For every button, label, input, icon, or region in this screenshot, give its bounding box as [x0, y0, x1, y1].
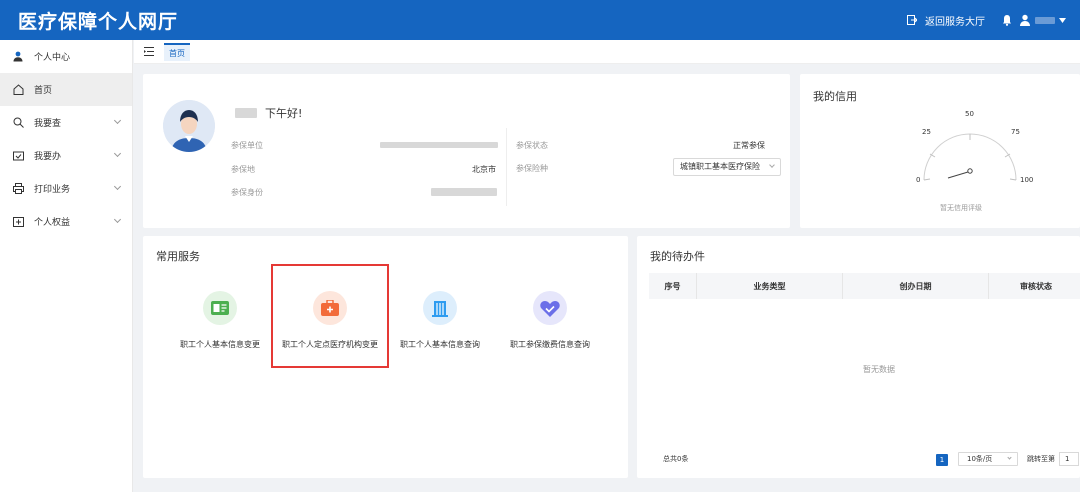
- sidebar-item-label: 我要查: [34, 119, 62, 129]
- chevron-down-icon: [113, 182, 122, 191]
- credit-gauge: [923, 133, 1017, 181]
- sidebar-item-query[interactable]: 我要查: [0, 106, 132, 139]
- service-label: 职工个人基本信息变更: [180, 340, 260, 349]
- user-icon[interactable]: [1019, 14, 1031, 26]
- tab-home[interactable]: 首页: [164, 43, 190, 61]
- todo-title: 我的待办件: [650, 250, 705, 263]
- page-size-value: 10条/页: [967, 455, 993, 463]
- gauge-tick-50: 50: [965, 110, 974, 118]
- gauge-tick-75: 75: [1011, 128, 1020, 136]
- todo-table-header: 序号 业务类型 创办日期 审核状态: [649, 273, 1080, 299]
- unit-label: 参保单位: [231, 141, 263, 150]
- services-card: 常用服务 职工个人基本信息变更 职工个人定点医疗机构变更 职工个人基本信息查询 …: [143, 236, 628, 478]
- insurance-type-select[interactable]: 城镇职工基本医疗保险: [673, 158, 781, 176]
- username-blurred: [1035, 16, 1055, 24]
- page-number-button[interactable]: 1: [936, 454, 948, 466]
- medical-kit-icon: [313, 291, 347, 325]
- todo-total: 总共0条: [663, 455, 689, 463]
- credit-empty-text: 暂无信用评级: [940, 204, 982, 212]
- gauge-tick-0: 0: [916, 176, 921, 184]
- service-label: 职工参保缴费信息查询: [510, 340, 590, 349]
- header-actions: 返回服务大厅: [907, 0, 1066, 40]
- tab-bar: 首页: [134, 40, 1080, 64]
- home-icon: [12, 84, 24, 96]
- service-label: 职工个人定点医疗机构变更: [282, 340, 378, 349]
- building-icon: [423, 291, 457, 325]
- greeting: 下午好!: [235, 105, 302, 121]
- menu-fold-icon[interactable]: [144, 47, 154, 56]
- exit-icon: [907, 15, 917, 25]
- printer-icon: [12, 183, 24, 195]
- todo-empty-text: 暂无数据: [863, 365, 895, 374]
- id-card-icon: [203, 291, 237, 325]
- divider: [506, 128, 507, 206]
- service-item[interactable]: 职工个人定点医疗机构变更: [275, 291, 385, 350]
- sidebar-item-label: 个人中心: [34, 53, 71, 63]
- return-hall-label: 返回服务大厅: [925, 16, 985, 28]
- chevron-down-icon: [769, 162, 775, 168]
- service-item[interactable]: 职工个人基本信息变更: [165, 291, 275, 350]
- sidebar-item-label: 打印业务: [34, 185, 71, 195]
- services-title: 常用服务: [156, 250, 200, 263]
- sidebar-item-home[interactable]: 首页: [0, 73, 132, 106]
- insurance-type-value: 城镇职工基本医疗保险: [680, 162, 760, 171]
- column-header: 序号: [649, 273, 697, 299]
- chevron-down-icon: [113, 215, 122, 224]
- gauge-tick-25: 25: [922, 128, 931, 136]
- credit-title: 我的信用: [813, 90, 857, 103]
- chevron-down-icon: [1007, 455, 1012, 460]
- rights-icon: [12, 216, 24, 228]
- service-item[interactable]: 职工参保缴费信息查询: [495, 291, 605, 350]
- place-label: 参保地: [231, 165, 255, 174]
- identity-value-blurred: [431, 188, 497, 196]
- gauge-tick-100: 100: [1020, 176, 1034, 184]
- return-hall-link[interactable]: 返回服务大厅: [907, 13, 985, 28]
- column-header: 业务类型: [697, 273, 843, 299]
- identity-label: 参保身份: [231, 188, 263, 197]
- sidebar-item-handle[interactable]: 我要办: [0, 139, 132, 172]
- chevron-down-icon: [113, 116, 122, 125]
- todo-card: 我的待办件 序号 业务类型 创办日期 审核状态 暂无数据 总共0条 1 10条/…: [637, 236, 1080, 478]
- status-value: 正常参保: [733, 141, 765, 150]
- handle-icon: [12, 150, 24, 162]
- profile-card: 下午好! 参保单位 参保地 北京市 参保身份 参保状态 正常参保 参保险种 城镇…: [143, 74, 790, 228]
- sidebar-item-rights[interactable]: 个人权益: [0, 205, 132, 238]
- sidebar-item-personal-center[interactable]: 个人中心: [0, 40, 132, 73]
- sidebar-item-label: 我要办: [34, 152, 62, 162]
- app-title: 医疗保障个人网厅: [18, 11, 179, 33]
- bell-icon[interactable]: [1001, 14, 1013, 26]
- sidebar-item-print[interactable]: 打印业务: [0, 172, 132, 205]
- sidebar-item-label: 首页: [34, 86, 53, 96]
- app-header: 医疗保障个人网厅 返回服务大厅: [0, 0, 1080, 40]
- user-name-blurred: [235, 108, 257, 118]
- credit-card: 我的信用 0 25 50 75 100 暂无信用评级: [800, 74, 1080, 228]
- place-value: 北京市: [472, 165, 496, 174]
- caret-down-icon[interactable]: [1059, 17, 1066, 23]
- jump-label: 跳转至第: [1027, 455, 1055, 463]
- sidebar-item-label: 个人权益: [34, 218, 71, 228]
- type-label: 参保险种: [516, 164, 548, 173]
- column-header: 创办日期: [843, 273, 989, 299]
- greeting-text: 下午好!: [265, 107, 303, 120]
- sidebar: 个人中心 首页 我要查 我要办 打印业务 个人权益: [0, 40, 133, 492]
- user-center-icon: [12, 51, 24, 63]
- column-header: 审核状态: [1020, 281, 1052, 291]
- status-label: 参保状态: [516, 141, 548, 150]
- unit-value-blurred: [380, 142, 498, 148]
- heart-check-icon: [533, 291, 567, 325]
- jump-page-input[interactable]: 1: [1059, 452, 1079, 466]
- service-label: 职工个人基本信息查询: [400, 340, 480, 349]
- service-item[interactable]: 职工个人基本信息查询: [385, 291, 495, 350]
- avatar: [163, 100, 215, 152]
- page-size-select[interactable]: 10条/页: [958, 452, 1018, 466]
- search-icon: [12, 117, 24, 129]
- chevron-down-icon: [113, 149, 122, 158]
